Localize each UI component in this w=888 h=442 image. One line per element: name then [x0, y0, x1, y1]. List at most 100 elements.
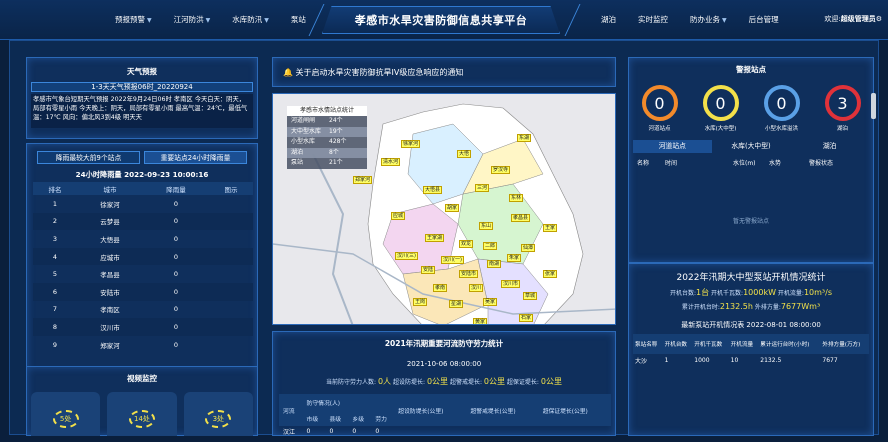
map-station-label[interactable]: 徐家河	[401, 140, 421, 148]
nav-item-monitor[interactable]: 实时监控	[627, 14, 679, 25]
map-station-label[interactable]: 王家湖	[425, 234, 445, 242]
nav-item-river[interactable]: 江河防洪 ▼	[163, 14, 222, 25]
table-row: 2 云梦县 0	[33, 212, 253, 231]
flood-staff-panel: 2021年汛期重要河流防守劳力统计 2021-10-06 08:00:00 当前…	[272, 331, 616, 436]
rainfall-tabs: 降雨最较大前9个站点 重要站点24小时降雨量	[37, 151, 247, 164]
page-scrollbar[interactable]	[871, 93, 876, 119]
map-station-label[interactable]: 东湖	[517, 134, 532, 142]
video-panel: 视频监控 5处 14处 3处	[26, 366, 258, 436]
tab-reservoir[interactable]: 水库(大中型)	[712, 140, 791, 153]
map-station-label[interactable]: 吴家	[483, 298, 498, 306]
map-station-label[interactable]: 东林	[509, 194, 524, 202]
column-header: 河流	[279, 394, 303, 426]
warning-tabs: 河道站点 水库(大中型) 湖泊	[633, 140, 869, 153]
video-title: 视频监控	[127, 374, 157, 383]
page-title: 孝感市水旱灾害防御信息共享平台	[354, 14, 528, 27]
table-row: 大沙 1 1000 10 2132.5 7677	[635, 356, 838, 365]
column-header: 县级	[325, 410, 349, 426]
map-station-label[interactable]: 仙潭	[521, 244, 536, 252]
map-station-label[interactable]: 大悟	[457, 150, 472, 158]
map-station-label[interactable]: 二郎	[483, 242, 498, 250]
map-station-label[interactable]: 大悟县	[423, 186, 443, 194]
map-view[interactable]: 孝感市水情站点统计 河道闸闸 24个 大中型水库 19个 小型水库 428个 湖泊 8个…	[272, 93, 616, 325]
map-station-label[interactable]: 张家	[543, 270, 558, 278]
map-station-label[interactable]: 南湖	[487, 260, 502, 268]
map-station-label[interactable]: 应城	[391, 212, 406, 220]
warning-stat[interactable]: 0 河道站点	[638, 85, 682, 132]
nav-left: 预报预警 ▼ 江河防洪 ▼ 水库防汛 ▼ 泵站	[104, 14, 317, 25]
map-station-label[interactable]: 三河	[475, 184, 490, 192]
map-station-label[interactable]: 孝昌县	[511, 214, 531, 222]
map-station-label[interactable]: 草城	[523, 292, 538, 300]
video-card[interactable]: 3处	[183, 392, 253, 436]
map-station-label[interactable]: 王家	[543, 224, 558, 232]
map-station-label[interactable]: 汉川	[469, 284, 484, 292]
welcome-user[interactable]: 欢迎:超级管理员⚙	[824, 14, 882, 24]
map-station-label[interactable]: 清水河	[381, 158, 401, 166]
nav-item-forecast[interactable]: 预报预警 ▼	[104, 14, 163, 25]
column-header: 开机流量	[728, 334, 759, 354]
warning-stat[interactable]: 0 小型水库溢洪	[760, 85, 804, 132]
chevron-down-icon: ▼	[264, 17, 269, 24]
nav-item-admin[interactable]: 后台管理	[738, 14, 790, 25]
map-station-label[interactable]: 安陆	[421, 266, 436, 274]
column-header: 乡级	[348, 410, 372, 426]
staff-date: 2021-10-06 08:00:00	[406, 360, 482, 368]
map-station-label[interactable]: 东山	[479, 222, 494, 230]
legend-row: 大中型水库 19个	[287, 126, 367, 138]
pump-summary-2: 累计开机台时:2132.5h 外排方量:7677Wm³	[681, 302, 821, 311]
map-station-label[interactable]: 黄家	[473, 318, 488, 324]
map-station-label[interactable]: 安陆市	[459, 270, 479, 278]
video-card[interactable]: 5处	[31, 392, 101, 436]
pump-table: 泵站名称 开机台数 开机千瓦数 开机流量 累计运行台时(小时) 外排方量(万方)…	[633, 334, 869, 366]
warning-stat[interactable]: 3 湖泊	[821, 85, 865, 132]
column-header: 劳力	[371, 410, 395, 426]
warning-label: 小型水库溢洪	[764, 126, 798, 132]
tab-lake[interactable]: 湖泊	[790, 140, 869, 153]
nav-item-office[interactable]: 防办业务 ▼	[679, 14, 738, 25]
chevron-down-icon: ▼	[147, 17, 152, 24]
rainfall-panel: 降雨最较大前9个站点 重要站点24小时降雨量 24小时降雨量 2022-09-2…	[26, 143, 258, 399]
warning-title: 警报站点	[736, 65, 766, 74]
notice-panel[interactable]: 🔔 关于启动水旱灾害防御抗旱IV级应急响应的通知	[272, 57, 616, 87]
weather-date[interactable]: 1-3天天气预报06时_20220924	[31, 82, 253, 92]
tab-key-stations[interactable]: 重要站点24小时降雨量	[144, 151, 247, 164]
map-station-label[interactable]: 王岗	[413, 298, 428, 306]
tab-river-station[interactable]: 河道站点	[633, 140, 712, 153]
warning-label: 湖泊	[836, 126, 848, 132]
map-station-label[interactable]: 汉川(一)	[441, 256, 464, 264]
map-station-label[interactable]: 罗汉寺	[491, 166, 511, 174]
warning-label: 河道站点	[648, 126, 671, 132]
map-station-label[interactable]: 双龙	[459, 240, 474, 248]
map-station-label[interactable]: 汉川市	[501, 280, 521, 288]
map-station-label[interactable]: 孝南	[433, 284, 448, 292]
pump-subtitle: 最新泵站开机情况表 2022-08-01 08:00:00	[681, 321, 821, 329]
column-header: 市级	[302, 410, 326, 426]
map-station-label[interactable]: 汉川(三)	[395, 252, 418, 260]
nav-item-pump[interactable]: 泵站	[280, 14, 317, 25]
staff-title: 2021年汛期重要河流防守劳力统计	[384, 339, 504, 348]
warning-count: 3	[824, 85, 861, 121]
tab-top-rainfall[interactable]: 降雨最较大前9个站点	[37, 151, 140, 164]
staff-summary: 当前防守劳力人数: 0人 超设防堤长: 0公里 超警戒堤长: 0公里 超保证堤长…	[326, 377, 562, 386]
map-station-label[interactable]: 朱家	[507, 254, 522, 262]
map-station-label[interactable]: 星湖	[449, 300, 464, 308]
warning-count: 0	[641, 85, 678, 121]
map-station-label[interactable]: 石家	[519, 314, 534, 322]
warning-count: 0	[763, 85, 800, 121]
map-station-label[interactable]: 郑家河	[353, 176, 373, 184]
notice-text[interactable]: 关于启动水旱灾害防御抗旱IV级应急响应的通知	[296, 68, 464, 77]
column-header: 开机千瓦数	[692, 334, 729, 354]
warning-empty-text: 暂无警报站点	[732, 218, 769, 225]
video-card[interactable]: 14处	[107, 392, 177, 436]
column-header: 泵站名称	[633, 334, 663, 354]
nav-item-lake[interactable]: 湖泊	[590, 14, 627, 25]
staff-table: 河流 防守情况(人) 超设防堤长(公里) 超警戒堤长(公里) 超保证堤长(公里)…	[279, 394, 611, 436]
rainfall-subtitle: 24小时降雨量 2022-09-23 10:00:16	[75, 170, 209, 179]
map-station-label[interactable]: 胡家	[445, 204, 460, 212]
gear-icon[interactable]: ⚙	[876, 15, 882, 23]
column-header: 超警戒堤长(公里)	[466, 394, 539, 426]
nav-item-reservoir[interactable]: 水库防汛 ▼	[221, 14, 280, 25]
table-row: 4 应城市 0	[33, 247, 253, 266]
warning-stat[interactable]: 0 水库(大中型)	[699, 85, 743, 132]
